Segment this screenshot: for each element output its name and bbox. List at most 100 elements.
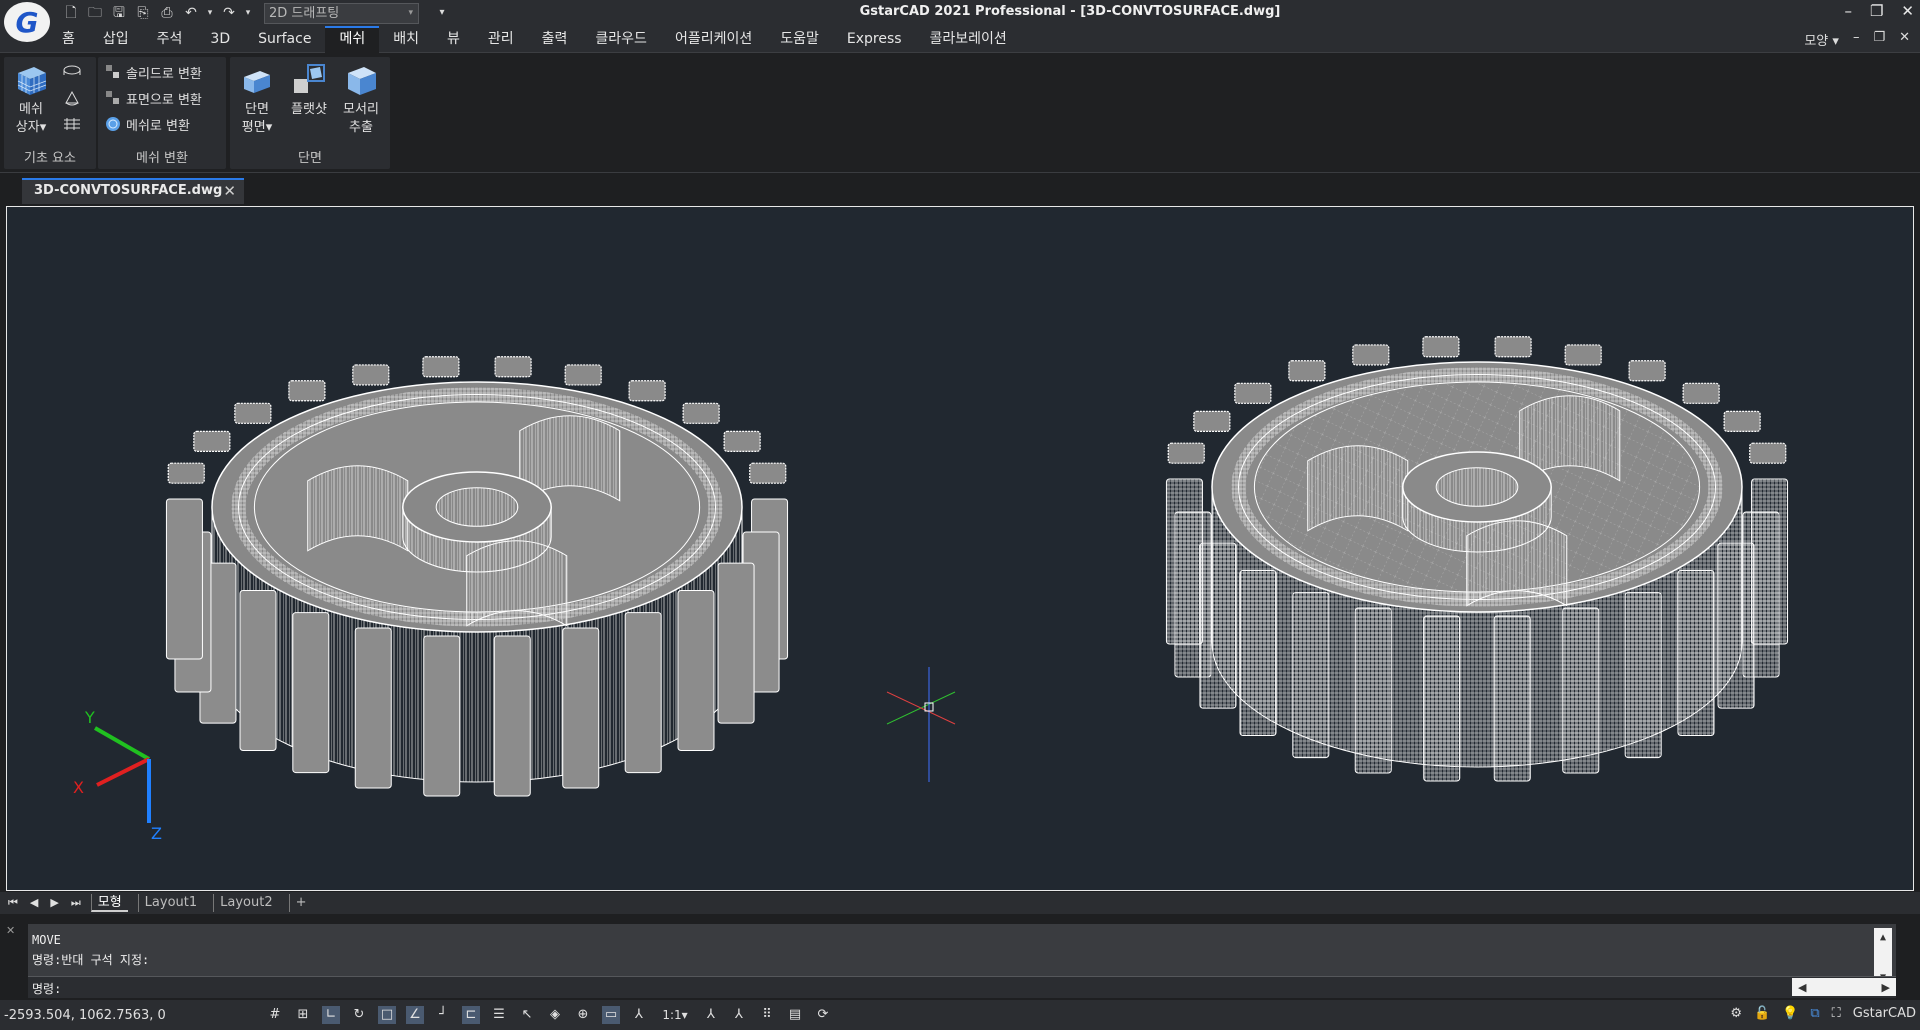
ribbon-tab-list: 홈 삽입 주석 3D Surface 메쉬 배치 뷰 관리 출력 클라우드 어플리케이션 도움말 Expr… <box>48 26 1021 53</box>
workspace-select[interactable]: 2D 드래프팅 ▾ <box>264 2 419 24</box>
redo-dropdown-icon[interactable]: ▾ <box>244 4 252 22</box>
print-icon[interactable]: ⎙ <box>158 4 176 22</box>
convert-to-surface-button[interactable]: 표면으로 변환 <box>104 87 202 109</box>
gear-model-left[interactable] <box>165 356 789 797</box>
ribbon-tab[interactable]: 콜라보레이션 <box>916 26 1021 53</box>
refresh-icon[interactable]: ⟳ <box>814 1006 832 1024</box>
mesh-wedge-icon[interactable] <box>62 115 82 133</box>
minimize-icon[interactable]: – <box>1844 2 1852 20</box>
workspace-icon[interactable]: ⧉ <box>1810 1006 1819 1021</box>
document-tab[interactable]: 3D-CONVTOSURFACE.dwg ✕ <box>22 178 244 204</box>
ribbon-tab[interactable]: 3D <box>196 26 244 53</box>
layout-tab[interactable]: Layout2 <box>213 894 278 912</box>
grid-icon[interactable]: # <box>266 1006 284 1024</box>
customize-qa-icon[interactable]: ▾ <box>433 4 451 22</box>
undo-dropdown-icon[interactable]: ▾ <box>206 4 214 22</box>
save-icon[interactable]: 🖫 <box>110 4 128 22</box>
zoom-icon[interactable]: ⊕ <box>574 1006 592 1024</box>
next-layout-icon[interactable]: ▶ <box>50 896 58 910</box>
osnap-icon[interactable]: □ <box>378 1006 396 1024</box>
lightbulb-icon[interactable]: 💡 <box>1782 1006 1798 1021</box>
command-history-line: 명령:반대 구석 지정: <box>32 953 150 967</box>
command-input[interactable]: 명령: <box>28 976 1896 998</box>
gear-model-right[interactable] <box>1165 336 1789 782</box>
status-bar: -2593.504, 1062.7563, 0 # ⊞ ∟ ↻ □ ∠ ┘ ⊏ … <box>0 1000 1920 1030</box>
command-close-icon[interactable]: ✕ <box>6 924 15 937</box>
annotation-icon[interactable]: ⅄ <box>630 1006 648 1024</box>
calculator-icon[interactable]: ▤ <box>786 1006 804 1024</box>
selection-cycle-icon[interactable]: ↖ <box>518 1006 536 1024</box>
ribbon-tab[interactable]: 출력 <box>528 26 582 53</box>
scale-select[interactable]: 1:1▾ <box>658 1006 692 1024</box>
isolate-icon[interactable]: ⠿ <box>758 1006 776 1024</box>
ribbon-tab[interactable]: 클라우드 <box>581 26 661 53</box>
command-hscrollbar[interactable]: ◀ ▶ <box>1792 978 1896 996</box>
convert-to-solid-button[interactable]: 솔리드로 변환 <box>104 61 202 83</box>
undo-icon[interactable]: ↶ <box>182 4 200 22</box>
ribbon-panel-mesh-convert: 솔리드로 변환 표면으로 변환 메쉬로 변환 메쉬 변환 <box>98 57 226 169</box>
ribbon-tab[interactable]: 메쉬 <box>325 26 380 53</box>
layout-tab[interactable]: + <box>288 894 313 912</box>
mesh-cylinder-icon[interactable] <box>62 63 82 81</box>
restore-icon[interactable]: ❐ <box>1870 2 1883 20</box>
close-icon[interactable]: ✕ <box>1901 2 1914 20</box>
first-layout-icon[interactable]: ⏮ <box>8 896 18 910</box>
flatshot-button[interactable]: 플랫샷 <box>286 61 332 119</box>
dyn-ucs-icon[interactable]: ┘ <box>434 1006 452 1024</box>
layout-tab[interactable]: 모형 <box>90 894 128 912</box>
dyn-input-icon[interactable]: ⊏ <box>462 1006 480 1024</box>
ortho-icon[interactable]: ∟ <box>322 1006 340 1024</box>
doc-minimize-icon[interactable]: – <box>1853 30 1860 49</box>
panel-label-primitives: 기초 요소 <box>24 151 76 166</box>
drawing-canvas[interactable]: Y X Z <box>7 207 1913 890</box>
window-controls: – ❐ ✕ <box>1844 2 1914 20</box>
layers-icon[interactable]: ◈ <box>546 1006 564 1024</box>
save-as-icon[interactable]: ⎘ <box>134 4 152 22</box>
redo-icon[interactable]: ↷ <box>220 4 238 22</box>
command-scrollbar[interactable]: ▲▼ <box>1874 928 1892 983</box>
convert-solid-icon <box>106 65 119 78</box>
app-logo[interactable]: G <box>4 2 50 42</box>
mesh-cone-icon[interactable] <box>62 89 82 107</box>
appearance-menu[interactable]: 모양 ▾ <box>1804 30 1839 49</box>
mesh-box-button[interactable]: 메쉬 상자▾ <box>8 61 54 137</box>
ribbon-tab[interactable]: 뷰 <box>433 26 474 53</box>
crosshair-cursor <box>886 667 956 782</box>
close-tab-icon[interactable]: ✕ <box>223 180 236 202</box>
layout-tab[interactable]: Layout1 <box>137 894 203 912</box>
ribbon-tab[interactable]: 주석 <box>143 26 197 53</box>
drawing-viewport[interactable]: Y X Z <box>6 206 1914 891</box>
settings-icon[interactable]: ⚙ <box>1730 1006 1742 1021</box>
section-plane-button[interactable]: 단면 평면▾ <box>234 61 280 137</box>
ribbon-tab[interactable]: Surface <box>244 26 325 53</box>
document-tab-bar: 3D-CONVTOSURFACE.dwg ✕ <box>0 174 1920 204</box>
polar-icon[interactable]: ↻ <box>350 1006 368 1024</box>
ribbon-tab[interactable]: 홈 <box>48 26 89 53</box>
layout-nav: ⏮ ◀ ▶ ⏭ <box>8 896 81 910</box>
new-file-icon[interactable]: 🗋 <box>62 4 80 22</box>
last-layout-icon[interactable]: ⏭ <box>71 896 81 910</box>
ribbon-tab[interactable]: Express <box>833 26 916 53</box>
annotation-visibility-icon[interactable]: ⅄ <box>702 1006 720 1024</box>
doc-close-icon[interactable]: ✕ <box>1899 30 1910 49</box>
lock-icon[interactable]: 🔓 <box>1754 1006 1770 1021</box>
flatshot-icon <box>294 64 325 93</box>
otrack-icon[interactable]: ∠ <box>406 1006 424 1024</box>
extract-edges-button[interactable]: 모서리 추출 <box>338 61 384 137</box>
open-folder-icon[interactable]: 🗀 <box>86 4 104 22</box>
snap-icon[interactable]: ⊞ <box>294 1006 312 1024</box>
panel-label-mesh-convert: 메쉬 변환 <box>136 151 188 166</box>
ribbon-tab[interactable]: 도움말 <box>766 26 833 53</box>
convert-to-mesh-button[interactable]: 메쉬로 변환 <box>104 113 190 135</box>
mesh-box-icon <box>17 67 47 95</box>
lineweight-icon[interactable]: ☰ <box>490 1006 508 1024</box>
ribbon-tab[interactable]: 삽입 <box>89 26 143 53</box>
prev-layout-icon[interactable]: ◀ <box>30 896 38 910</box>
auto-scale-icon[interactable]: ⅄ <box>730 1006 748 1024</box>
doc-restore-icon[interactable]: ❐ <box>1873 30 1885 49</box>
ribbon-tab[interactable]: 배치 <box>379 26 433 53</box>
ribbon-tab[interactable]: 관리 <box>474 26 528 53</box>
ribbon-tab[interactable]: 어플리케이션 <box>661 26 766 53</box>
clean-screen-icon[interactable]: ⛶ <box>1832 1006 1841 1021</box>
model-space-icon[interactable]: ▭ <box>602 1006 620 1024</box>
